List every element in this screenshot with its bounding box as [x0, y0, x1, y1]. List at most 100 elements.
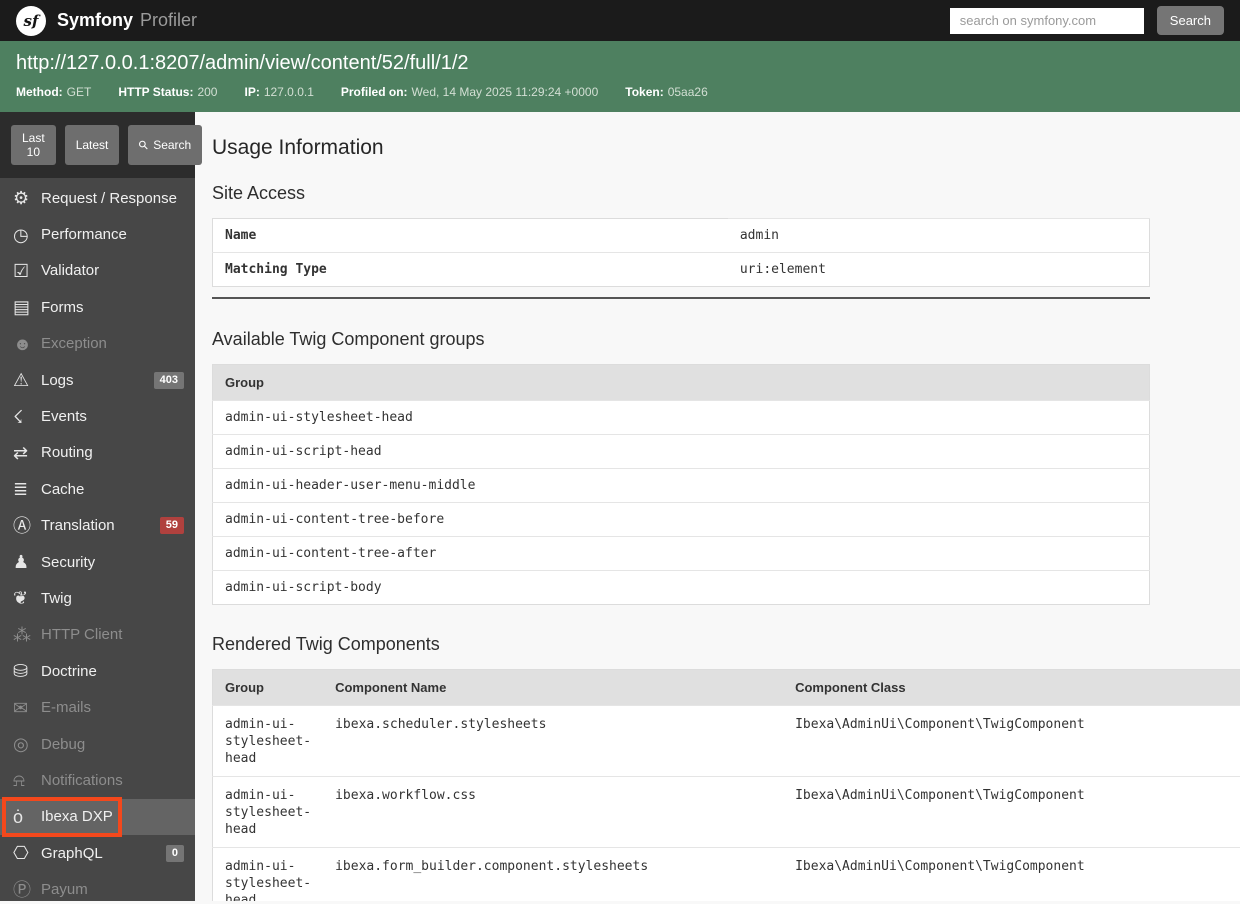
symfony-profiler-page: sf Symfony Profiler Search http://127.0.…	[0, 0, 1240, 904]
sidebar-item-label: Forms	[41, 298, 84, 316]
sidebar-item-events[interactable]: ☇ Events	[0, 398, 195, 434]
site-search: Search	[949, 6, 1224, 35]
group-cell: admin-ui-header-user-menu-middle	[212, 468, 1150, 503]
network-icon: ⁂	[13, 624, 31, 645]
sidebar-item-debug[interactable]: ◎ Debug	[0, 726, 195, 762]
sidebar-item-graphql[interactable]: ⎔ GraphQL 0	[0, 835, 195, 871]
status-badge: 59	[159, 517, 184, 535]
sidebar-item-twig[interactable]: ❦ Twig	[0, 580, 195, 616]
table-row: admin-ui-header-user-menu-middle	[212, 468, 1150, 503]
twig-groups-table: Group admin-ui-stylesheet-head admin-ui-s…	[212, 364, 1150, 605]
table-row: admin-ui-content-tree-after	[212, 536, 1150, 571]
top-header: sf Symfony Profiler Search	[0, 0, 1240, 41]
sidebar-item-security[interactable]: ♟ Security	[0, 544, 195, 580]
sidebar-item-label: Validator	[41, 262, 100, 280]
gears-icon: ⚙	[13, 188, 30, 209]
component-group-cell: admin-ui-stylesheet-head	[212, 705, 324, 777]
group-cell: admin-ui-stylesheet-head	[212, 400, 1150, 435]
component-class-cell: Ibexa\AdminUi\Component\TwigComponent	[783, 776, 1240, 848]
group-cell: admin-ui-content-tree-after	[212, 536, 1150, 571]
table-row: admin-ui-script-head	[212, 434, 1150, 469]
sidebar-item-routing[interactable]: ⇄ Routing	[0, 435, 195, 471]
site-access-key: Matching Type	[212, 252, 728, 287]
sidebar-item-ibexa-dxp[interactable]: ȯ Ibexa DXP	[0, 796, 195, 837]
sidebar-actions: Last 10 Latest ⚲ Search	[0, 112, 203, 178]
clipboard-icon: ▤	[13, 297, 31, 318]
site-search-input[interactable]	[949, 7, 1144, 34]
sidebar-item-logs[interactable]: ⚠ Logs 403	[0, 362, 195, 398]
bell-icon: ⍾	[13, 770, 25, 791]
sidebar-item-label: Security	[41, 553, 96, 571]
app-subtitle: Profiler	[140, 10, 198, 30]
status-badge: 403	[153, 371, 184, 389]
sidebar-item-label: Translation	[41, 517, 115, 535]
signpost-icon: ⇄	[13, 442, 29, 463]
main-content: Usage Information Site Access Name admin M…	[195, 112, 1240, 901]
section-twig-groups: Available Twig Component groups Group ad…	[212, 329, 1240, 605]
site-search-button[interactable]: Search	[1156, 6, 1224, 35]
request-url: http://127.0.0.1:8207/admin/view/content…	[16, 52, 469, 74]
column-header: Group	[212, 669, 324, 706]
sidebar-item-request-response[interactable]: ⚙ Request / Response	[0, 180, 195, 216]
sidebar-last-10-button[interactable]: Last 10	[11, 125, 56, 165]
sidebar-item-validator[interactable]: ☑ Validator	[0, 253, 195, 289]
request-meta-label: HTTP Status:	[118, 85, 194, 99]
sidebar-item-cache[interactable]: ≣ Cache	[0, 471, 195, 507]
sidebar-item-label: Twig	[41, 589, 72, 607]
sidebar-menu: ⚙ Request / Response ◷ Performance ☑ Validato…	[0, 178, 195, 904]
stopwatch-icon: ◷	[13, 224, 29, 245]
person-icon: ♟	[13, 552, 30, 573]
sidebar-search-button[interactable]: ⚲ Search	[128, 125, 203, 165]
sidebar-item-forms[interactable]: ▤ Forms	[0, 289, 195, 325]
envelope-icon: ✉	[13, 697, 29, 718]
request-meta-label: IP:	[244, 85, 260, 99]
component-class-cell: Ibexa\AdminUi\Component\TwigComponent	[783, 705, 1240, 777]
database-icon: ⛁	[13, 661, 29, 682]
sidebar-item-http-client[interactable]: ⁂ HTTP Client	[0, 617, 195, 653]
app-title: Symfony	[57, 10, 134, 30]
target-icon: ◎	[13, 734, 29, 755]
request-meta-value: GET	[66, 85, 92, 99]
sidebar-latest-button[interactable]: Latest	[64, 125, 120, 165]
column-header: Component Name	[323, 669, 784, 706]
site-access-heading: Site Access	[212, 183, 306, 203]
request-meta-value: 127.0.0.1	[263, 85, 314, 99]
table-row: Name admin	[213, 218, 1150, 253]
site-access-value: admin	[727, 218, 1150, 253]
sidebar-search-label: Search	[153, 138, 192, 152]
section-site-access: Site Access Name admin Matching Type uri:el…	[212, 183, 1240, 299]
component-name-cell: ibexa.workflow.css	[323, 776, 784, 848]
request-meta-item: Profiled on: Wed, 14 May 2025 11:29:24 +0…	[341, 85, 598, 99]
sidebar-item-payum[interactable]: Ⓟ Payum	[0, 871, 195, 904]
sidebar-item-label: Doctrine	[41, 662, 97, 680]
component-group-cell: admin-ui-stylesheet-head	[212, 847, 324, 901]
sidebar-item-exception[interactable]: ☻ Exception	[0, 326, 195, 362]
sidebar-item-label: Debug	[41, 735, 86, 753]
sidebar-item-label: Notifications	[41, 771, 123, 789]
sidebar-item-doctrine[interactable]: ⛁ Doctrine	[0, 653, 195, 689]
symfony-logo-icon: sf	[16, 5, 46, 36]
request-meta-item: Token: 05aa26	[625, 85, 708, 99]
sidebar-item-label: GraphQL	[41, 844, 103, 862]
ghost-icon: ☻	[13, 333, 32, 354]
sidebar-latest-label: Latest	[75, 138, 109, 152]
layers-icon: ≣	[13, 479, 29, 500]
sidebar-item-translation[interactable]: Ⓐ Translation 59	[0, 508, 195, 544]
sidebar-item-e-mails[interactable]: ✉ E-mails	[0, 689, 195, 725]
sidebar-last-10-label: Last 10	[22, 131, 45, 159]
site-access-value: uri:element	[727, 252, 1150, 287]
rendered-components-heading: Rendered Twig Components	[212, 634, 440, 654]
component-group-cell: admin-ui-stylesheet-head	[212, 776, 324, 848]
status-badge: 0	[165, 844, 184, 862]
payum-logo-icon: Ⓟ	[13, 879, 31, 900]
search-icon: ⚲	[135, 136, 152, 154]
request-meta-value: Wed, 14 May 2025 11:29:24 +0000	[411, 85, 599, 99]
sidebar-item-notifications[interactable]: ⍾ Notifications	[0, 762, 195, 798]
sidebar-item-performance[interactable]: ◷ Performance	[0, 216, 195, 252]
request-meta-label: Profiled on:	[340, 85, 408, 99]
column-header: Group	[212, 364, 1150, 401]
sidebar-item-label: Payum	[41, 881, 88, 899]
profiler-sidebar: Last 10 Latest ⚲ Search ⚙ Request / Response…	[0, 112, 203, 904]
sidebar-item-label: Routing	[41, 444, 93, 462]
request-meta-item: Method: GET	[16, 85, 91, 99]
